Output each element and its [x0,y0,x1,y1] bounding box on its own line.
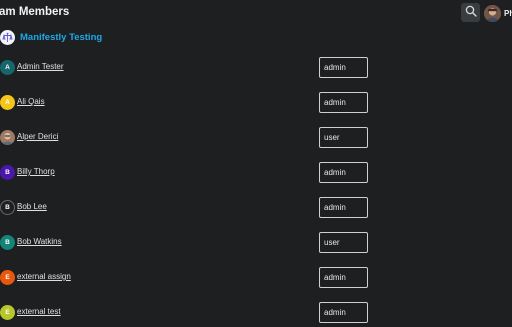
member-name-link[interactable]: Billy Thorp [17,167,55,176]
role-select[interactable]: admin [319,92,368,113]
role-select[interactable]: admin [319,162,368,183]
member-row: Alper Derici user [0,127,512,152]
member-row: B Bob Watkins user [0,232,512,257]
user-avatar [484,4,501,22]
member-avatar: B [0,200,15,215]
member-photo [0,130,15,145]
member-avatar [0,130,15,145]
role-select[interactable]: admin [319,267,368,288]
user-menu[interactable]: Ph [484,4,512,22]
member-row: B Billy Thorp admin [0,162,512,187]
avatar-letter: A [5,64,10,71]
avatar-letter: E [5,309,10,316]
organization: Manifestly Testing [0,28,102,46]
page-title: am Members [0,6,70,18]
role-select[interactable]: user [319,127,368,148]
member-name-link[interactable]: Bob Lee [17,202,47,211]
member-avatar: E [0,270,15,285]
member-name-link[interactable]: Bob Watkins [17,237,62,246]
member-name-link[interactable]: Ali Qais [17,97,45,106]
member-name-link[interactable]: external test [17,307,61,316]
avatar-letter: E [5,274,10,281]
member-row: E external assign admin [0,267,512,292]
role-select[interactable]: admin [319,57,368,78]
role-select[interactable]: user [319,232,368,253]
member-avatar: A [0,95,15,110]
member-avatar: B [0,165,15,180]
member-row: A Admin Tester admin [0,57,512,82]
member-avatar: A [0,60,15,75]
member-avatar: B [0,235,15,250]
org-logo [0,29,15,45]
avatar-letter: B [5,204,10,211]
role-select[interactable]: admin [319,197,368,218]
member-row: B Bob Lee admin [0,197,512,222]
avatar-letter: B [5,239,10,246]
page-header: am Members Ph [0,0,512,26]
member-name-link[interactable]: Admin Tester [17,62,64,71]
user-name: Ph [504,8,512,18]
search-button[interactable] [461,3,480,22]
member-row: A Ali Qais admin [0,92,512,117]
avatar-letter: A [5,99,10,106]
avatar-letter: B [5,169,10,176]
search-icon [465,4,477,22]
member-name-link[interactable]: external assign [17,272,71,281]
member-avatar: E [0,305,15,320]
member-name-link[interactable]: Alper Derici [17,132,58,141]
org-name[interactable]: Manifestly Testing [20,32,102,43]
member-row: E external test admin [0,302,512,327]
